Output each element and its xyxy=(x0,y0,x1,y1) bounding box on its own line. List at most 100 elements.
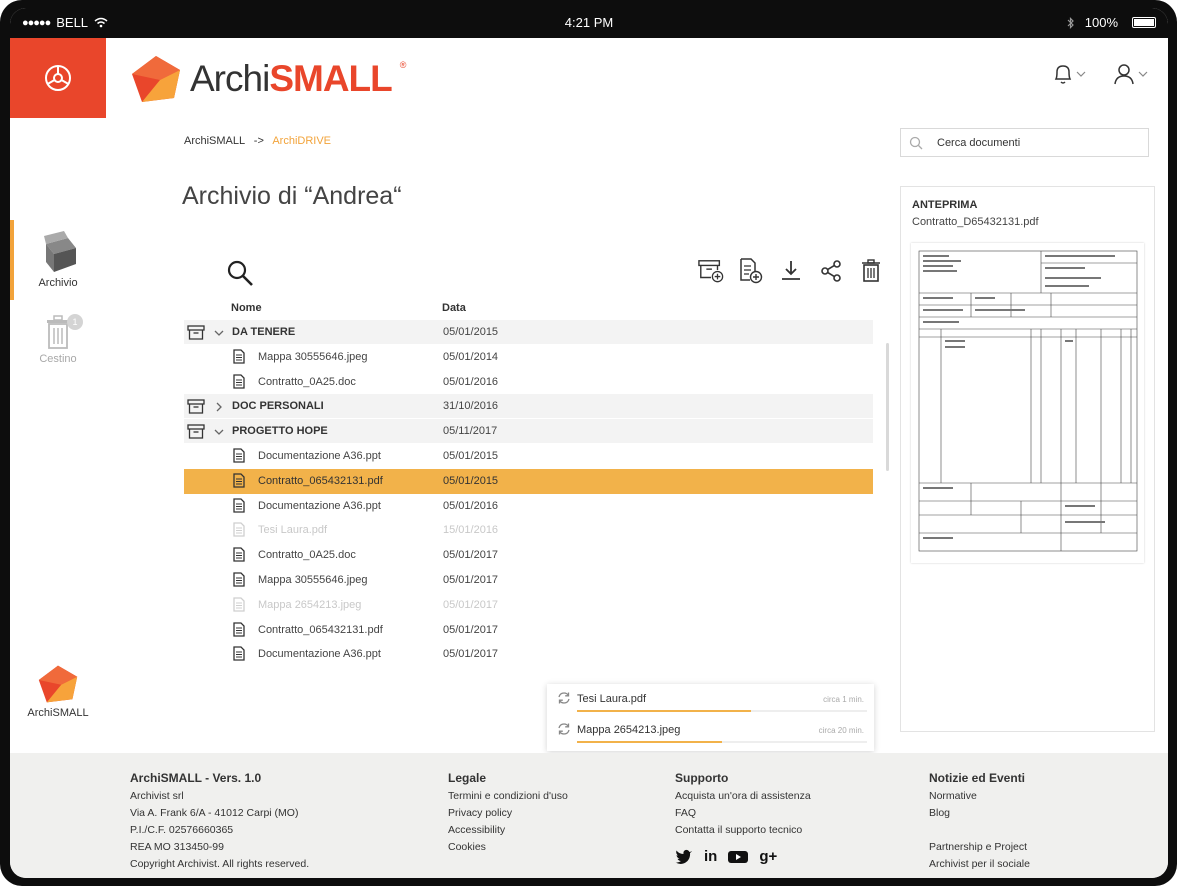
file-row[interactable]: Documentazione A36.ppt 05/01/2015 xyxy=(184,444,873,469)
column-header-date[interactable]: Data xyxy=(442,302,466,314)
breadcrumb: ArchiSMALL -> ArchiDRIVE xyxy=(184,135,331,147)
row-date: 05/01/2015 xyxy=(443,449,499,462)
user-menu-button[interactable] xyxy=(1112,62,1148,86)
logo-mark-icon xyxy=(38,665,78,703)
file-row[interactable]: Mappa 2654213.jpeg 05/01/2017 xyxy=(184,593,873,618)
sync-icon xyxy=(558,723,570,735)
folder-row[interactable]: PROGETTO HOPE 05/11/2017 xyxy=(184,419,873,444)
breadcrumb-current[interactable]: ArchiDRIVE xyxy=(272,135,331,147)
upload-eta: circa 20 min. xyxy=(818,726,864,735)
document-icon xyxy=(233,448,245,466)
battery-percent: 100% xyxy=(1084,15,1118,30)
sidebar-brand: ArchiSMALL xyxy=(10,664,106,719)
download-icon xyxy=(782,261,800,280)
file-row[interactable]: Contratto_065432131.pdf 05/01/2015 xyxy=(184,468,873,494)
row-date: 15/01/2016 xyxy=(443,524,499,537)
app-logo[interactable]: ArchiSMALL ® xyxy=(130,54,406,104)
upload-eta: circa 1 min. xyxy=(823,695,864,704)
archive-box-icon xyxy=(187,424,205,442)
add-document-button[interactable] xyxy=(738,258,764,284)
file-row[interactable]: Contratto_065432131.pdf 05/01/2017 xyxy=(184,618,873,643)
googleplus-icon[interactable]: g+ xyxy=(759,848,777,865)
page-title: Archivio di “Andrea“ xyxy=(182,182,402,210)
document-thumbnail[interactable] xyxy=(911,243,1144,563)
preview-label: ANTEPRIMA xyxy=(912,199,978,211)
row-date: 05/01/2014 xyxy=(443,350,499,363)
sidebar-item-label: Cestino xyxy=(39,353,77,365)
upload-progress xyxy=(577,710,867,712)
preview-panel: ANTEPRIMA Contratto_D65432131.pdf xyxy=(900,186,1155,732)
youtube-icon[interactable] xyxy=(728,850,749,864)
folder-row[interactable]: DOC PERSONALI 31/10/2016 xyxy=(184,394,873,420)
footer-link[interactable]: Archivist per il sociale xyxy=(929,856,1030,873)
footer-link[interactable]: Privacy policy xyxy=(448,805,568,822)
upload-filename: Mappa 2654213.jpeg xyxy=(577,724,681,736)
footer-link[interactable]: FAQ xyxy=(675,805,811,822)
delete-button[interactable] xyxy=(858,258,884,284)
company-address: Via A. Frank 6/A - 41012 Carpi (MO) xyxy=(130,807,299,819)
menu-button[interactable] xyxy=(10,38,106,118)
row-date: 05/01/2017 xyxy=(443,549,499,562)
chevron-down-icon xyxy=(1138,71,1148,77)
file-row[interactable]: Contratto_0A25.doc 05/01/2016 xyxy=(184,370,873,395)
document-search[interactable] xyxy=(900,128,1149,157)
footer-link[interactable]: Contatta il supporto tecnico xyxy=(675,822,811,839)
file-row[interactable]: Tesi Laura.pdf 15/01/2016 xyxy=(184,518,873,543)
cestino-count-badge: 1 xyxy=(67,314,83,330)
file-row[interactable]: Documentazione A36.ppt 05/01/2016 xyxy=(184,494,873,519)
file-name: Documentazione A36.ppt xyxy=(258,648,381,661)
column-header-name[interactable]: Nome xyxy=(231,302,262,314)
breadcrumb-root[interactable]: ArchiSMALL xyxy=(184,135,245,147)
linkedin-icon[interactable]: in xyxy=(704,848,717,865)
share-button[interactable] xyxy=(818,258,844,284)
row-date: 05/01/2015 xyxy=(443,326,499,338)
search-input[interactable] xyxy=(937,135,1137,151)
breadcrumb-separator: -> xyxy=(253,135,264,147)
table-header: Nome Data xyxy=(184,300,873,322)
twitter-icon[interactable] xyxy=(675,849,693,864)
sidebar-item-archivio[interactable]: Archivio xyxy=(10,230,106,289)
sidebar-brand-label: ArchiSMALL xyxy=(27,707,89,719)
file-name: Tesi Laura.pdf xyxy=(258,524,328,537)
footer-link[interactable]: Accessibility xyxy=(448,822,568,839)
download-button[interactable] xyxy=(778,258,804,284)
wheel-icon xyxy=(45,65,71,91)
file-row[interactable]: Mappa 30555646.jpeg 05/01/2017 xyxy=(184,568,873,593)
footer-link[interactable]: Cookies xyxy=(448,839,568,856)
share-icon xyxy=(821,260,841,282)
document-icon xyxy=(233,572,245,590)
folder-row[interactable]: DA TENERE 05/01/2015 xyxy=(184,320,873,345)
sync-icon xyxy=(558,692,570,704)
sidebar-item-cestino[interactable]: 1 Cestino xyxy=(10,314,106,365)
company-rea: REA MO 313450-99 xyxy=(130,841,224,853)
document-icon xyxy=(233,621,245,640)
notifications-button[interactable] xyxy=(1052,62,1086,86)
file-row[interactable]: Contratto_0A25.doc 05/01/2017 xyxy=(184,543,873,568)
document-icon xyxy=(233,349,245,367)
document-icon xyxy=(233,547,245,565)
chevron-down-icon[interactable] xyxy=(214,427,224,439)
footer-link[interactable]: Acquista un'ora di assistenza xyxy=(675,788,811,805)
upload-item[interactable]: Tesi Laura.pdf circa 1 min. xyxy=(547,684,874,714)
footer-link[interactable]: Blog xyxy=(929,805,1030,822)
app-header: ArchiSMALL ® xyxy=(10,38,1168,118)
chevron-down-icon xyxy=(1076,71,1086,77)
footer-link[interactable]: Partnership e Project xyxy=(929,839,1030,856)
file-row[interactable]: Mappa 30555646.jpeg 05/01/2014 xyxy=(184,345,873,370)
file-search-button[interactable] xyxy=(225,258,255,293)
document-icon xyxy=(233,373,245,392)
footer-link[interactable]: Normative xyxy=(929,788,1030,805)
bell-icon xyxy=(1054,65,1072,84)
chevron-right-icon[interactable] xyxy=(214,402,224,415)
logo-mark-icon xyxy=(132,56,180,102)
new-archive-button[interactable] xyxy=(698,258,724,284)
footer-link[interactable]: Termini e condizioni d'uso xyxy=(448,788,568,805)
upload-item[interactable]: Mappa 2654213.jpeg circa 20 min. xyxy=(547,715,874,745)
chevron-down-icon[interactable] xyxy=(214,328,224,340)
file-list-scrollbar[interactable] xyxy=(886,343,889,471)
company-vat: P.I./C.F. 02576660365 xyxy=(130,824,234,836)
file-row[interactable]: Documentazione A36.ppt 05/01/2017 xyxy=(184,642,873,667)
footer-news: Notizie ed Eventi Normative Blog Partner… xyxy=(929,770,1030,873)
file-name: Contratto_0A25.doc xyxy=(258,375,356,388)
clock: 4:21 PM xyxy=(564,15,614,30)
